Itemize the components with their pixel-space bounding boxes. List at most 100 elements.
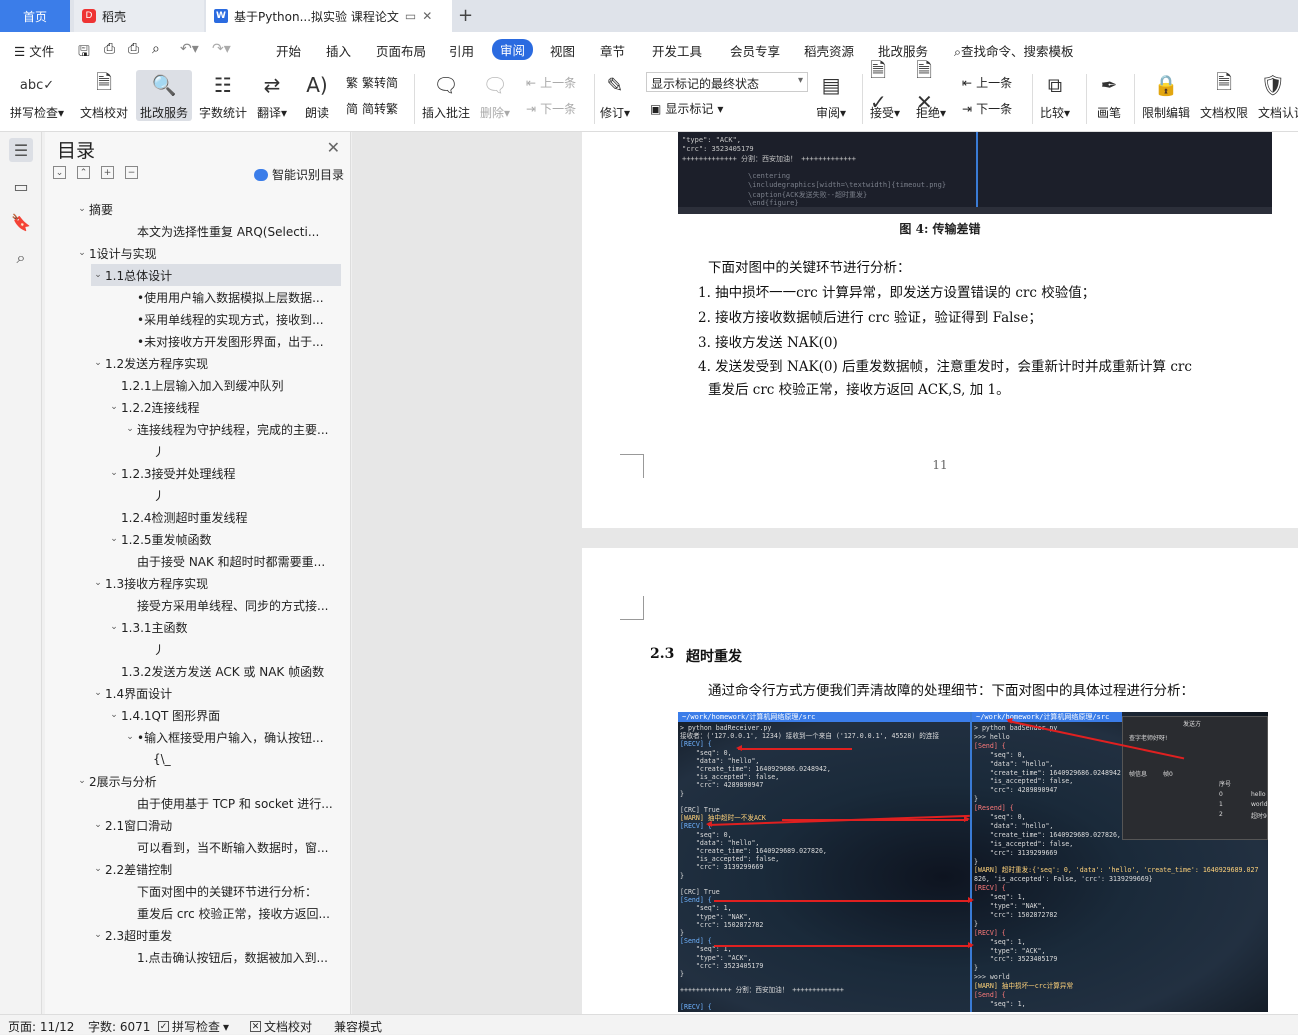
toc-item[interactable]: ⌄ 1.2发送方程序实现 [91, 352, 383, 374]
next-change-button[interactable]: ⇥ 下一条 [962, 100, 1012, 117]
expand-arrow-icon[interactable]: ⌄ [107, 468, 121, 478]
menu-start[interactable]: 开始 [276, 41, 301, 60]
proofread-toggle[interactable]: ✕ 文档校对 [250, 1018, 312, 1035]
compare-button[interactable]: ⧉ 比较▾ [1040, 70, 1070, 121]
doc-cert-button[interactable]: 🛡 文档认证 [1258, 70, 1298, 121]
expand-arrow-icon[interactable]: ⌄ [123, 732, 137, 742]
pen-button[interactable]: ✒ 画笔 [1094, 70, 1124, 121]
read-aloud-button[interactable]: A) 朗读 [302, 70, 332, 121]
terminal-line: "crc": 3139299669 [974, 848, 1058, 857]
reject-button[interactable]: 🗎✕ 拒绝▾ [916, 58, 946, 121]
save-icon[interactable]: 🖫 [78, 41, 90, 65]
expand-arrow-icon[interactable]: ⌄ [75, 776, 89, 786]
undo-icon[interactable]: ↶▾ [180, 41, 199, 57]
track-changes-button[interactable]: ✎ 修订▾ [600, 70, 630, 121]
terminal-line: "type": "NAK", [974, 902, 1046, 910]
expand-arrow-icon[interactable]: ⌄ [75, 248, 89, 258]
pin-icon[interactable]: ▭ [405, 9, 416, 23]
expand-arrow-icon[interactable]: ⌄ [91, 864, 105, 874]
accept-button[interactable]: 🗎✓ 接受▾ [870, 58, 900, 121]
list-item: 4. 发送发受到 NAK(0) 后重发数据帧，注意重发时，会重新计时并成重新计算… [698, 359, 1192, 375]
menu-chapter[interactable]: 章节 [600, 41, 625, 60]
toc-item[interactable]: ⌄ 1.4界面设计 [91, 682, 383, 704]
page-indicator[interactable]: 页面: 11/12 [8, 1018, 74, 1035]
trad-to-simp-button[interactable]: 繁繁转简 [346, 74, 398, 91]
menu-reference[interactable]: 引用 [449, 41, 474, 60]
toc-item[interactable]: ⌄ 1.1总体设计 [91, 264, 341, 286]
terminal-line: "seq": 0, [680, 830, 732, 839]
toc-item[interactable]: ⌄ 1设计与实现 [75, 242, 367, 264]
menu-resources[interactable]: 稻壳资源 [804, 41, 854, 60]
expand-arrow-icon[interactable]: ⌄ [91, 820, 105, 830]
command-search[interactable]: ⌕查找命令、搜索模板 [954, 41, 1074, 60]
menu-view[interactable]: 视图 [550, 41, 575, 60]
menu-review[interactable]: 审阅 [492, 39, 534, 60]
expand-arrow-icon[interactable]: ⌄ [75, 204, 89, 214]
menu-insert[interactable]: 插入 [326, 41, 351, 60]
file-menu[interactable]: ☰ 文件 [14, 41, 54, 60]
toc-item[interactable]: ⌄ 2.1窗口滑动 [91, 814, 383, 836]
expand-arrow-icon[interactable]: ⌄ [91, 270, 105, 280]
list-item: 1. 抽中损坏一一crc 计算异常，即发送方设置错误的 crc 校验值； [698, 285, 1096, 301]
toc-item-label: 1.4界面设计 [105, 686, 173, 701]
terminal-line: [Send] { [680, 937, 712, 946]
review-ribbon: abc✓ 拼写检查▾ 🗎 文档校对 🔍 批改服务 ☷ 字数统计 ⇄ 翻译▾ A) 朗读 繁繁… [0, 58, 1298, 132]
bookmark-icon[interactable]: 🔖 [9, 210, 33, 234]
expand-arrow-icon[interactable]: ⌄ [107, 534, 121, 544]
toc-item[interactable]: ⌄ 2.2差错控制 [91, 858, 383, 880]
smart-toc-button[interactable]: 智能识别目录 [253, 166, 344, 183]
word-count[interactable]: 字数: 6071 [88, 1018, 150, 1035]
tab-home[interactable]: 首页 [0, 0, 70, 32]
new-tab-icon[interactable]: + [458, 5, 473, 26]
export-pdf-icon[interactable]: ⎙ [104, 41, 115, 57]
display-mode-select[interactable]: 显示标记的最终状态 [646, 72, 808, 92]
toc-item[interactable]: ⌄ 2展示与分析 [75, 770, 367, 792]
restrict-edit-button[interactable]: 🔒 限制编辑 [1142, 70, 1190, 121]
next-comment-button[interactable]: ⇥ 下一条 [526, 100, 576, 117]
prev-change-button[interactable]: ⇤ 上一条 [962, 74, 1012, 91]
menu-member[interactable]: 会员专享 [730, 41, 780, 60]
toc-icon[interactable]: ☰ [9, 138, 33, 162]
find-icon[interactable]: ⌕ [9, 246, 33, 270]
review-pane-button[interactable]: ▤ 审阅▾ [816, 70, 846, 121]
spellcheck-button[interactable]: abc✓ 拼写检查▾ [10, 70, 64, 121]
expand-arrow-icon[interactable]: ⌄ [107, 710, 121, 720]
close-tab-icon[interactable]: ✕ [422, 9, 432, 23]
expand-all-icon[interactable]: ⌄ [53, 166, 66, 179]
show-marks-button[interactable]: ▣ 显示标记 ▾ [650, 100, 723, 117]
correct-service-button[interactable]: 🔍 批改服务 [136, 70, 193, 121]
wordcount-button[interactable]: ☷ 字数统计 [199, 70, 247, 121]
expand-arrow-icon[interactable]: ⌄ [91, 358, 105, 368]
expand-arrow-icon[interactable]: ⌄ [91, 688, 105, 698]
section-nav-icon[interactable]: ▭ [9, 174, 33, 198]
delete-comment-button[interactable]: 🗨 删除▾ [480, 70, 510, 121]
doccheck-button[interactable]: 🗎 文档校对 [80, 70, 128, 121]
toc-item[interactable]: ⌄ 2.3超时重发 [91, 924, 383, 946]
terminal-line: "seq": 0, [974, 813, 1026, 821]
toc-item[interactable]: ⌄ 摘要 [75, 198, 367, 220]
simp-to-trad-button[interactable]: 简简转繁 [346, 100, 398, 117]
tab-daoke[interactable]: D 稻壳 [74, 0, 204, 32]
expand-arrow-icon[interactable]: ⌄ [107, 402, 121, 412]
translate-button[interactable]: ⇄ 翻译▾ [257, 70, 287, 121]
expand-arrow-icon[interactable]: ⌄ [107, 622, 121, 632]
menu-layout[interactable]: 页面布局 [376, 41, 426, 60]
redo-icon[interactable]: ↷▾ [212, 41, 231, 57]
collapse-all-icon[interactable]: ⌃ [77, 166, 90, 179]
close-icon[interactable]: ✕ [327, 138, 340, 157]
tab-document[interactable]: W 基于Python...拟实验 课程论文 ▭ ✕ [206, 0, 452, 32]
preview-icon[interactable]: ⌕ [152, 41, 160, 57]
reject-icon: 🗎✕ [916, 58, 933, 114]
remove-heading-icon[interactable]: − [125, 166, 138, 179]
expand-arrow-icon[interactable]: ⌄ [123, 424, 137, 434]
spellcheck-toggle[interactable]: ✓ 拼写检查 ▾ [158, 1018, 229, 1035]
prev-comment-button[interactable]: ⇤ 上一条 [526, 74, 576, 91]
doc-rights-button[interactable]: 🗎 文档权限 [1200, 70, 1248, 121]
insert-comment-button[interactable]: 🗨 插入批注 [422, 70, 470, 121]
add-heading-icon[interactable]: + [101, 166, 114, 179]
print-icon[interactable]: ⎙ [128, 41, 139, 57]
toc-item[interactable]: ⌄ 1.3接收方程序实现 [91, 572, 383, 594]
expand-arrow-icon[interactable]: ⌄ [91, 578, 105, 588]
expand-arrow-icon[interactable]: ⌄ [91, 930, 105, 940]
menu-devtools[interactable]: 开发工具 [652, 41, 702, 60]
